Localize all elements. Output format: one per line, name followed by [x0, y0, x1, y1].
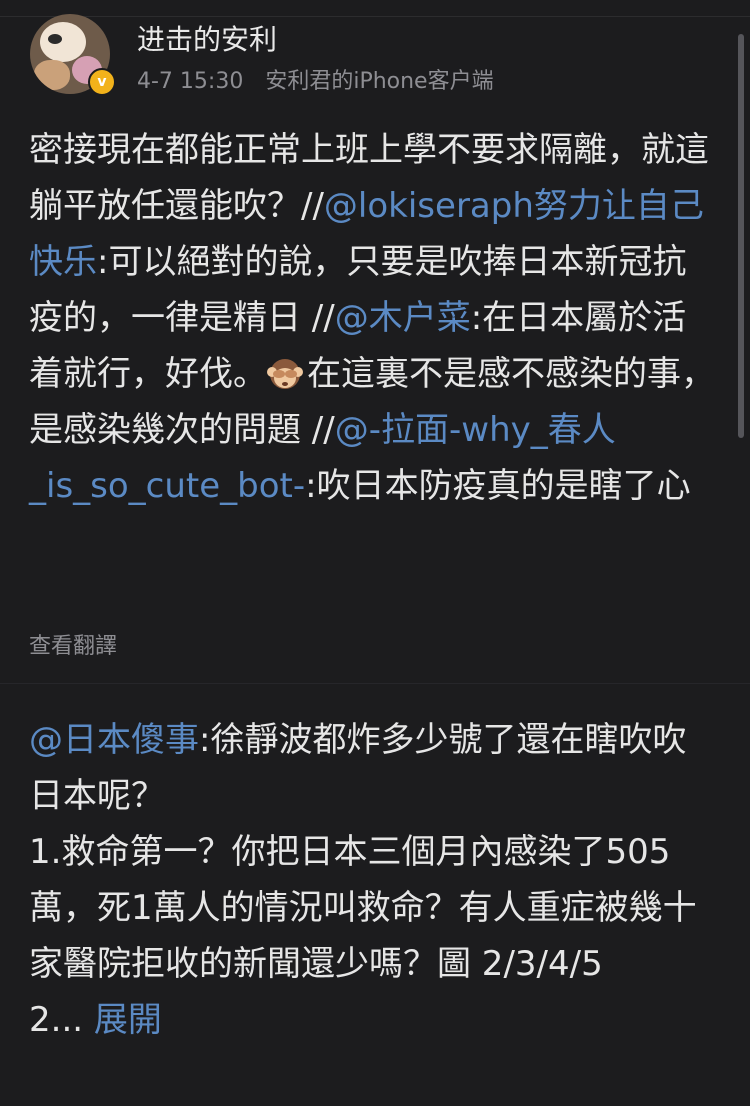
repost-text-segment: :吹日本防疫真的是瞎了心 [305, 466, 691, 506]
expand-link[interactable]: 展開 [94, 1000, 162, 1040]
username[interactable]: 进击的安利 [137, 18, 277, 58]
truncated-text: 2... [29, 1000, 94, 1040]
view-translation-link[interactable]: 查看翻譯 [29, 628, 117, 660]
section-divider [0, 683, 750, 684]
post-meta: 4-7 15:30 安利君的iPhone客户端 [137, 63, 494, 95]
original-text-line: 1.救命第一？你把日本三個月內感染了505萬，死1萬人的情況叫救命？有人重症被幾… [29, 832, 697, 984]
repost-text: 密接現在都能正常上班上學不要求隔離，就這躺平放任還能吹？//@lokiserap… [29, 122, 719, 514]
post-client: 安利君的iPhone客户端 [265, 69, 494, 94]
post-time: 4-7 15:30 [137, 69, 244, 94]
scrollbar[interactable] [738, 34, 744, 438]
user-mention-link[interactable]: @木户菜 [335, 298, 471, 338]
original-post: @日本傻事:徐靜波都炸多少號了還在瞎吹吹日本呢？ 1.救命第一？你把日本三個月內… [29, 712, 719, 1048]
avatar[interactable]: v [30, 14, 116, 98]
see-no-evil-monkey-icon [267, 352, 303, 389]
verified-icon: v [88, 68, 116, 96]
original-author-mention[interactable]: @日本傻事 [29, 720, 199, 760]
